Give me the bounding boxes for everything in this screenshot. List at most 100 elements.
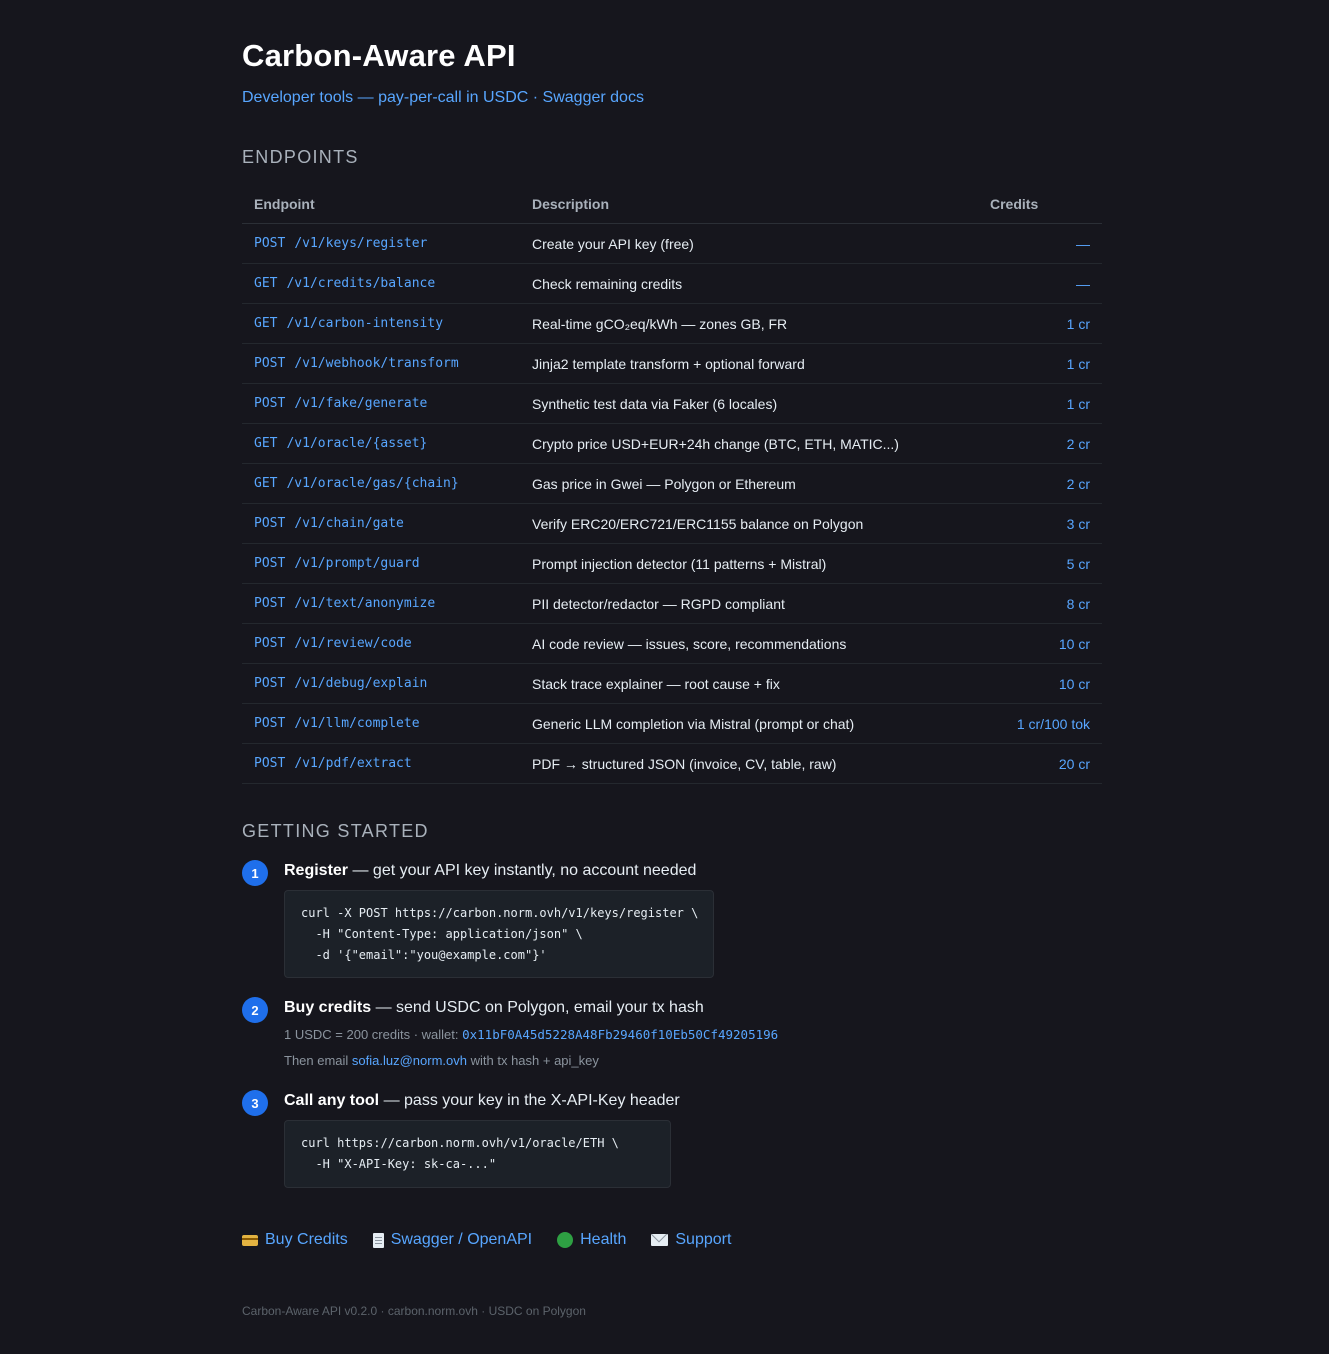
- endpoint-path: /v1/llm/complete: [294, 716, 420, 731]
- http-method: POST: [254, 556, 286, 571]
- table-row: GET/v1/credits/balance Check remaining cr…: [242, 263, 1102, 304]
- endpoint-path: /v1/carbon-intensity: [286, 316, 444, 331]
- endpoint-path: /v1/fake/generate: [294, 396, 428, 411]
- endpoint-cell[interactable]: GET/v1/carbon-intensity: [242, 303, 520, 344]
- http-method: GET: [254, 316, 278, 331]
- column-header-endpoint: Endpoint: [242, 184, 520, 224]
- table-row: POST/v1/webhook/transform Jinja2 template…: [242, 343, 1102, 384]
- http-method: POST: [254, 396, 286, 411]
- support-link[interactable]: Support: [651, 1231, 731, 1249]
- credits-cell: 1 cr: [990, 303, 1102, 344]
- column-header-credits: Credits: [990, 184, 1102, 224]
- step-number-badge: 1: [242, 860, 268, 886]
- support-email-link[interactable]: sofia.luz@norm.ovh: [352, 1053, 467, 1068]
- step-number-badge: 2: [242, 997, 268, 1023]
- credits-cell: —: [990, 263, 1102, 304]
- endpoint-cell[interactable]: POST/v1/pdf/extract: [242, 743, 520, 784]
- endpoint-path: /v1/prompt/guard: [294, 556, 420, 571]
- step-heading: Register — get your API key instantly, n…: [284, 862, 696, 880]
- credits-cell: 10 cr: [990, 663, 1102, 704]
- description-cell: Generic LLM completion via Mistral (prom…: [520, 703, 990, 744]
- credits-cell: 5 cr: [990, 543, 1102, 584]
- http-method: POST: [254, 636, 286, 651]
- page-subtitle: Developer tools — pay-per-call in USDC ·…: [242, 89, 644, 107]
- footer-links: Buy Credits Swagger / OpenAPI Health Sup…: [242, 1231, 756, 1249]
- description-cell: AI code review — issues, score, recommen…: [520, 623, 990, 664]
- endpoint-path: /v1/keys/register: [294, 236, 428, 251]
- credits-cell: 8 cr: [990, 583, 1102, 624]
- description-cell: Prompt injection detector (11 patterns +…: [520, 543, 990, 584]
- description-cell: Jinja2 template transform + optional for…: [520, 343, 990, 384]
- credits-cell: —: [990, 223, 1102, 264]
- endpoint-path: /v1/debug/explain: [294, 676, 428, 691]
- step-heading: Buy credits — send USDC on Polygon, emai…: [284, 999, 704, 1017]
- endpoint-cell[interactable]: GET/v1/credits/balance: [242, 263, 520, 304]
- table-row: POST/v1/pdf/extract PDF → structured JSON…: [242, 743, 1102, 784]
- wallet-address[interactable]: 0x11bF0A45d5228A48Fb29460f10Eb50Cf492051…: [462, 1027, 778, 1042]
- http-method: POST: [254, 356, 286, 371]
- endpoint-path: /v1/review/code: [294, 636, 412, 651]
- link-label: Support: [675, 1231, 732, 1248]
- http-method: GET: [254, 436, 278, 451]
- endpoints-table: Endpoint Description Credits POST/v1/key…: [242, 184, 1102, 784]
- http-method: POST: [254, 716, 286, 731]
- endpoint-path: /v1/webhook/transform: [294, 356, 459, 371]
- table-row: POST/v1/review/code AI code review — issu…: [242, 623, 1102, 664]
- description-cell: Stack trace explainer — root cause + fix: [520, 663, 990, 704]
- table-row: POST/v1/chain/gate Verify ERC20/ERC721/ER…: [242, 503, 1102, 544]
- email-prefix: Then email: [284, 1053, 352, 1068]
- credits-cell: 1 cr: [990, 383, 1102, 424]
- endpoint-path: /v1/oracle/{asset}: [286, 436, 428, 451]
- endpoint-cell[interactable]: POST/v1/fake/generate: [242, 383, 520, 424]
- health-link[interactable]: Health: [557, 1231, 626, 1249]
- endpoints-table-body: POST/v1/keys/register Create your API key…: [242, 223, 1102, 784]
- endpoint-cell[interactable]: POST/v1/chain/gate: [242, 503, 520, 544]
- table-row: POST/v1/keys/register Create your API key…: [242, 223, 1102, 264]
- table-row: POST/v1/fake/generate Synthetic test data…: [242, 383, 1102, 424]
- buy-credits-link[interactable]: Buy Credits: [242, 1231, 348, 1249]
- endpoint-cell[interactable]: POST/v1/webhook/transform: [242, 343, 520, 384]
- credit-rate-info: 1 USDC = 200 credits · wallet: 0x11bF0A4…: [284, 1027, 778, 1042]
- table-row: POST/v1/llm/complete Generic LLM completi…: [242, 703, 1102, 744]
- endpoint-cell[interactable]: POST/v1/review/code: [242, 623, 520, 664]
- table-row: POST/v1/debug/explain Stack trace explain…: [242, 663, 1102, 704]
- step-description: — send USDC on Polygon, email your tx ha…: [371, 999, 704, 1016]
- http-method: POST: [254, 596, 286, 611]
- description-cell: Check remaining credits: [520, 263, 990, 304]
- register-code-block[interactable]: curl -X POST https://carbon.norm.ovh/v1/…: [284, 890, 714, 978]
- description-cell: Create your API key (free): [520, 223, 990, 264]
- credits-cell: 2 cr: [990, 423, 1102, 464]
- endpoint-cell[interactable]: POST/v1/text/anonymize: [242, 583, 520, 624]
- endpoint-cell[interactable]: GET/v1/oracle/{asset}: [242, 423, 520, 464]
- credits-cell: 1 cr/100 tok: [990, 703, 1102, 744]
- endpoint-path: /v1/text/anonymize: [294, 596, 436, 611]
- endpoint-cell[interactable]: POST/v1/keys/register: [242, 223, 520, 264]
- getting-started-heading: GETTING STARTED: [242, 821, 429, 841]
- endpoint-cell[interactable]: POST/v1/prompt/guard: [242, 543, 520, 584]
- document-icon: [372, 1232, 384, 1248]
- table-header-row: Endpoint Description Credits: [242, 184, 1102, 224]
- description-cell: PII detector/redactor — RGPD compliant: [520, 583, 990, 624]
- description-cell: Crypto price USD+EUR+24h change (BTC, ET…: [520, 423, 990, 464]
- subtitle-text: Developer tools — pay-per-call in USDC ·: [242, 89, 543, 106]
- endpoint-cell[interactable]: GET/v1/oracle/gas/{chain}: [242, 463, 520, 504]
- http-method: POST: [254, 236, 286, 251]
- endpoint-cell[interactable]: POST/v1/llm/complete: [242, 703, 520, 744]
- http-method: POST: [254, 516, 286, 531]
- description-cell: PDF → structured JSON (invoice, CV, tabl…: [520, 743, 990, 784]
- credits-cell: 1 cr: [990, 343, 1102, 384]
- table-row: GET/v1/carbon-intensity Real-time gCO₂eq/…: [242, 303, 1102, 344]
- credits-cell: 20 cr: [990, 743, 1102, 784]
- call-tool-code-block[interactable]: curl https://carbon.norm.ovh/v1/oracle/E…: [284, 1120, 671, 1188]
- swagger-openapi-link[interactable]: Swagger / OpenAPI: [372, 1231, 532, 1249]
- table-row: GET/v1/oracle/{asset} Crypto price USD+EU…: [242, 423, 1102, 464]
- column-header-description: Description: [520, 184, 990, 224]
- endpoint-path: /v1/pdf/extract: [294, 756, 412, 771]
- endpoint-path: /v1/oracle/gas/{chain}: [286, 476, 459, 491]
- endpoint-path: /v1/chain/gate: [294, 516, 404, 531]
- swagger-docs-link[interactable]: Swagger docs: [543, 89, 644, 106]
- table-row: POST/v1/prompt/guard Prompt injection det…: [242, 543, 1102, 584]
- credit-card-icon: [242, 1234, 258, 1246]
- endpoint-cell[interactable]: POST/v1/debug/explain: [242, 663, 520, 704]
- step-description: — pass your key in the X-API-Key header: [379, 1092, 680, 1109]
